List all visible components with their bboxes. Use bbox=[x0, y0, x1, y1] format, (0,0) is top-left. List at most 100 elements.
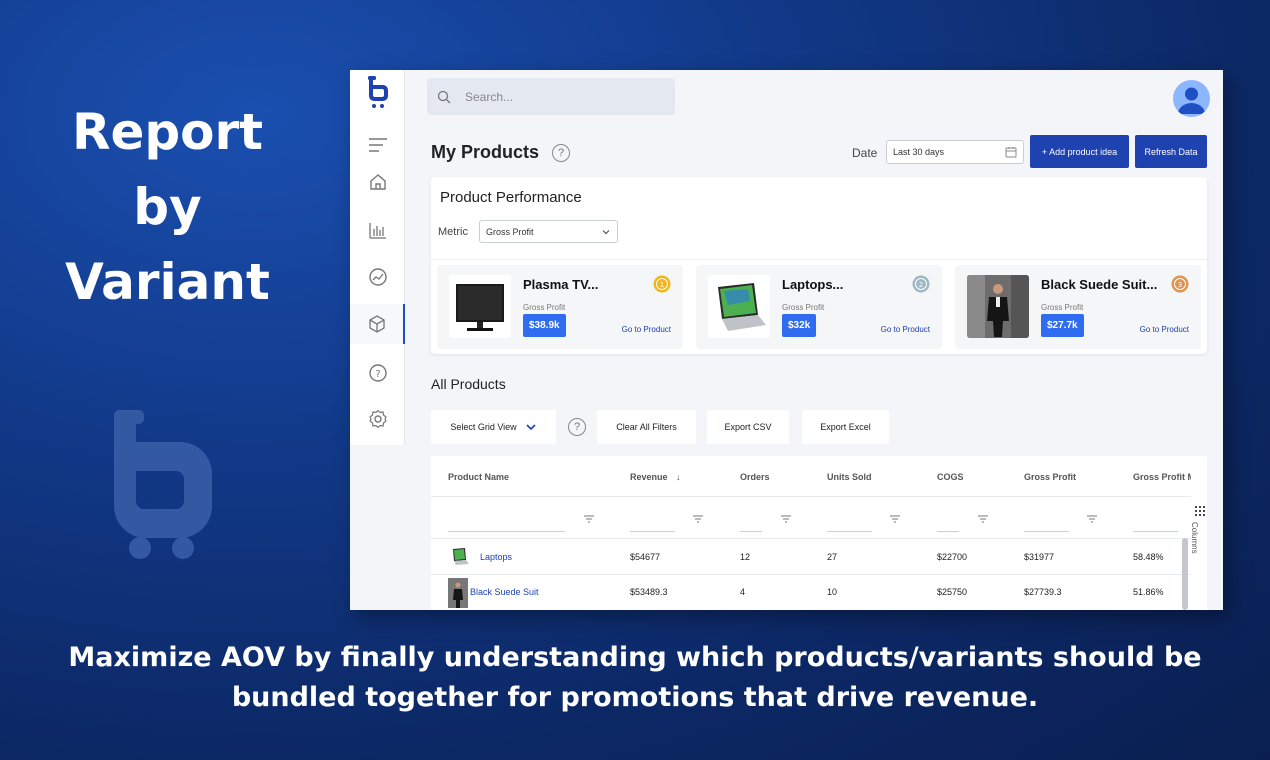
product-metric-value: $32k bbox=[782, 314, 817, 337]
column-header-units-sold[interactable]: Units Sold bbox=[827, 472, 872, 482]
top-product-card: Laptops... Gross Profit $32k Go to Produ… bbox=[696, 265, 942, 349]
filter-icon[interactable] bbox=[583, 514, 595, 524]
columns-grid-icon[interactable] bbox=[1195, 506, 1205, 516]
filter-icon[interactable] bbox=[889, 514, 901, 524]
refresh-data-button[interactable]: Refresh Data bbox=[1135, 135, 1207, 168]
date-range-select[interactable]: Last 30 days bbox=[886, 140, 1024, 164]
settings-icon[interactable] bbox=[350, 399, 405, 439]
select-grid-view-label: Select Grid View bbox=[450, 422, 517, 432]
filter-icon[interactable] bbox=[692, 514, 704, 524]
silver-medal-icon: 2 bbox=[912, 275, 930, 293]
caption-line-1: Maximize AOV by finally understanding wh… bbox=[68, 642, 1202, 673]
sidebar: ? bbox=[350, 70, 405, 445]
metric-value: Gross Profit bbox=[486, 227, 534, 237]
all-products-title: All Products bbox=[431, 376, 506, 392]
export-csv-button[interactable]: Export CSV bbox=[707, 410, 789, 444]
clear-all-filters-button[interactable]: Clear All Filters bbox=[597, 410, 696, 444]
row-gross-profit-margin: 51.86% bbox=[1133, 587, 1164, 597]
search-input[interactable] bbox=[465, 89, 655, 104]
go-to-product-link[interactable]: Go to Product bbox=[622, 325, 671, 334]
add-product-idea-button[interactable]: + Add product idea bbox=[1030, 135, 1129, 168]
row-revenue: $53489.3 bbox=[630, 587, 668, 597]
product-metric-value: $27.7k bbox=[1041, 314, 1084, 337]
row-gross-profit: $31977 bbox=[1024, 552, 1055, 562]
filter-input-gross-profit[interactable] bbox=[1024, 518, 1069, 532]
svg-text:1: 1 bbox=[660, 281, 664, 289]
filter-icon[interactable] bbox=[780, 514, 792, 524]
row-thumbnail-suit bbox=[448, 578, 468, 608]
filter-input-cogs[interactable] bbox=[937, 518, 959, 532]
row-units-sold: 10 bbox=[827, 587, 838, 597]
product-performance-card: Product Performance Metric Gross Profit … bbox=[431, 177, 1207, 354]
filter-input-product-name[interactable] bbox=[448, 518, 565, 532]
column-header-revenue-label: Revenue bbox=[630, 472, 668, 482]
filter-icon[interactable] bbox=[1086, 514, 1098, 524]
filter-input-units-sold[interactable] bbox=[827, 518, 872, 532]
grid-help-icon[interactable]: ? bbox=[568, 418, 586, 436]
hero-title: Report by Variant bbox=[40, 95, 295, 320]
product-performance-title: Product Performance bbox=[440, 189, 582, 206]
app-window: ? My Products ? Date Last 30 days + Add … bbox=[350, 70, 1223, 610]
help-icon[interactable]: ? bbox=[350, 353, 405, 393]
row-revenue: $54677 bbox=[630, 552, 661, 562]
bar-chart-icon[interactable] bbox=[350, 210, 405, 250]
go-to-product-link[interactable]: Go to Product bbox=[1140, 325, 1189, 334]
filter-input-revenue[interactable] bbox=[630, 518, 675, 532]
svg-text:3: 3 bbox=[1178, 281, 1182, 289]
top-product-card: Black Suede Suit... Gross Profit $27.7k … bbox=[955, 265, 1201, 349]
home-icon[interactable] bbox=[350, 162, 405, 202]
bronze-medal-icon: 3 bbox=[1171, 275, 1189, 293]
filter-icon[interactable] bbox=[977, 514, 989, 524]
filter-input-orders[interactable] bbox=[740, 518, 762, 532]
select-grid-view-button[interactable]: Select Grid View bbox=[431, 410, 556, 444]
page-help-icon[interactable]: ? bbox=[552, 144, 570, 162]
menu-icon[interactable] bbox=[350, 125, 405, 165]
analytics-icon[interactable] bbox=[350, 257, 405, 297]
column-header-gross-profit-margin[interactable]: Gross Profit M bbox=[1133, 472, 1191, 482]
metric-label: Metric bbox=[438, 226, 468, 238]
svg-text:2: 2 bbox=[919, 281, 923, 289]
column-header-product-name[interactable]: Product Name bbox=[448, 472, 509, 482]
column-header-gross-profit[interactable]: Gross Profit bbox=[1024, 472, 1076, 482]
search-icon bbox=[437, 90, 451, 103]
row-product-link[interactable]: Black Suede Suit bbox=[470, 587, 539, 597]
export-excel-button[interactable]: Export Excel bbox=[802, 410, 889, 444]
row-gross-profit: $27739.3 bbox=[1024, 587, 1062, 597]
product-image-suit bbox=[967, 275, 1029, 338]
metric-select[interactable]: Gross Profit bbox=[479, 220, 618, 243]
chevron-down-icon bbox=[526, 424, 536, 431]
box-icon[interactable] bbox=[350, 304, 405, 344]
hero-title-line-3: Variant bbox=[65, 253, 270, 311]
hero-caption: Maximize AOV by finally understanding wh… bbox=[40, 638, 1230, 718]
column-header-revenue[interactable]: Revenue ↓ bbox=[630, 472, 681, 482]
product-name: Laptops... bbox=[782, 277, 844, 292]
product-metric-value: $38.9k bbox=[523, 314, 566, 337]
row-cogs: $25750 bbox=[937, 587, 968, 597]
date-range-value: Last 30 days bbox=[893, 147, 945, 157]
product-image-tv bbox=[449, 275, 511, 338]
sort-arrow-icon: ↓ bbox=[676, 472, 681, 482]
product-metric-label: Gross Profit bbox=[782, 303, 825, 312]
product-name: Plasma TV... bbox=[523, 277, 599, 292]
filter-input-gross-profit-margin[interactable] bbox=[1133, 518, 1178, 532]
divider bbox=[431, 496, 1191, 497]
products-grid: Product Name Revenue ↓ Orders Units Sold… bbox=[431, 456, 1207, 610]
columns-tab[interactable]: Columns bbox=[1190, 522, 1199, 554]
column-header-orders[interactable]: Orders bbox=[740, 472, 770, 482]
go-to-product-link[interactable]: Go to Product bbox=[881, 325, 930, 334]
row-product-link[interactable]: Laptops bbox=[480, 552, 512, 562]
search-bar[interactable] bbox=[427, 78, 675, 115]
avatar[interactable] bbox=[1173, 80, 1210, 117]
row-orders: 12 bbox=[740, 552, 751, 562]
column-header-cogs[interactable]: COGS bbox=[937, 472, 964, 482]
row-thumbnail-laptop bbox=[450, 545, 470, 567]
grid-scrollbar[interactable] bbox=[1182, 538, 1188, 610]
hero-title-line-2: by bbox=[133, 178, 202, 236]
divider bbox=[431, 259, 1207, 260]
caption-line-2: bundled together for promotions that dri… bbox=[231, 682, 1039, 713]
row-cogs: $22700 bbox=[937, 552, 968, 562]
row-units-sold: 27 bbox=[827, 552, 838, 562]
hero-title-line-1: Report bbox=[71, 103, 264, 161]
date-label: Date bbox=[852, 146, 878, 160]
app-logo-icon[interactable] bbox=[350, 73, 405, 113]
